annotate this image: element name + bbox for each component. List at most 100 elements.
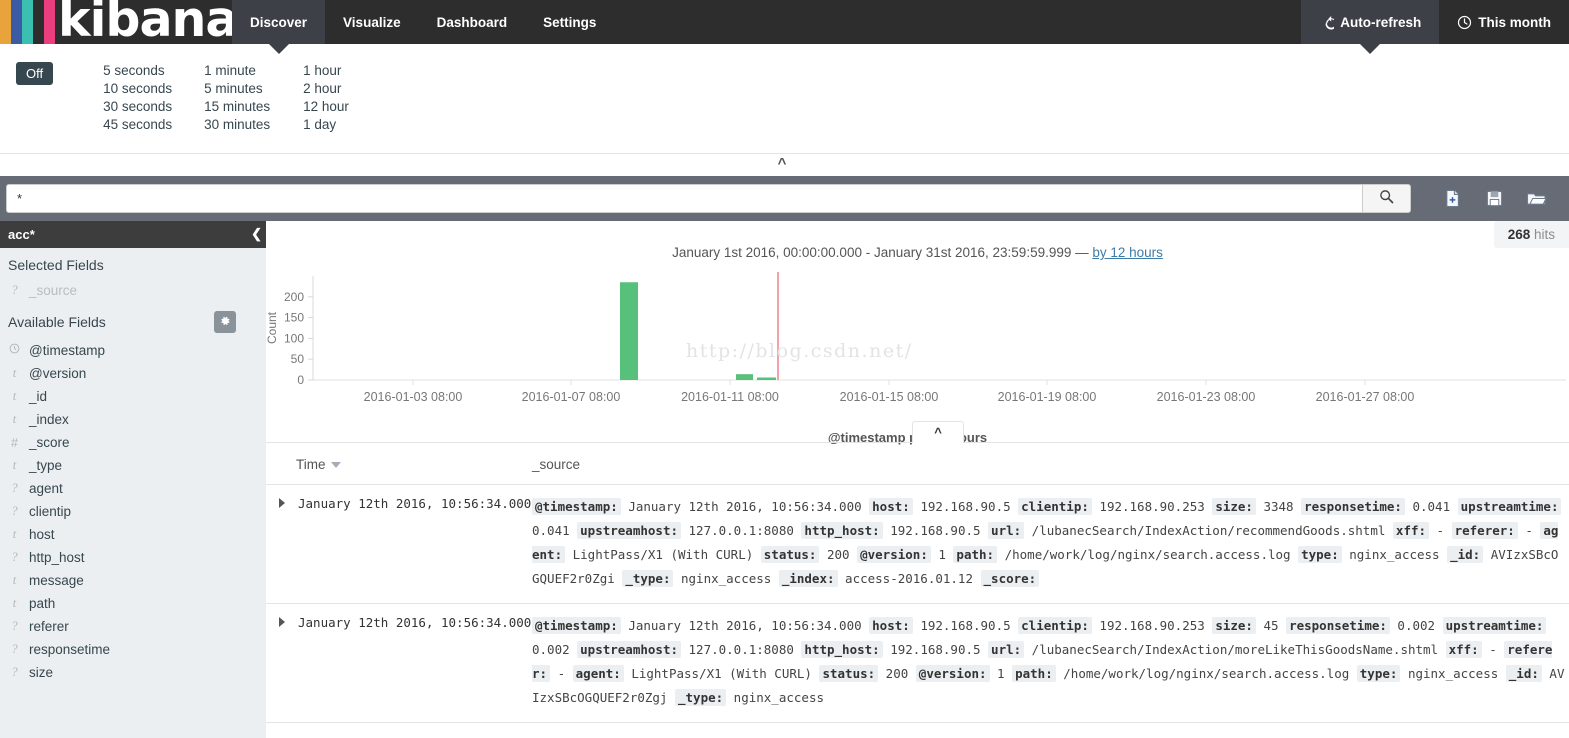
nav-item-settings[interactable]: Settings: [525, 0, 614, 44]
table-header-row: Time _source: [266, 443, 1569, 485]
new-search-icon[interactable]: [1441, 188, 1463, 210]
sidebar-collapse-chevron-left-icon[interactable]: ❮: [251, 226, 262, 242]
field-value: 192.168.90.5: [882, 642, 989, 657]
histogram-bar[interactable]: [620, 282, 638, 380]
kibana-app: kibana Discover Visualize Dashboard Setting…: [0, 0, 1569, 738]
expand-row-button[interactable]: [266, 614, 298, 710]
auto-refresh-button[interactable]: Auto-refresh: [1301, 0, 1440, 44]
field-item-agent[interactable]: ? agent: [0, 477, 266, 500]
field-item-host[interactable]: t host: [0, 523, 266, 546]
field-key: _score:: [980, 570, 1040, 587]
field-key: _id:: [1447, 546, 1484, 563]
field-value: January 12th 2016, 10:56:34.000: [620, 499, 870, 514]
refresh-option-30-seconds[interactable]: 30 seconds: [103, 98, 204, 116]
field-item-_score[interactable]: # _score: [0, 431, 266, 454]
field-item-message[interactable]: t message: [0, 569, 266, 592]
field-type-clock-icon: [8, 343, 21, 358]
field-value: -: [1481, 642, 1505, 657]
refresh-option-45-seconds[interactable]: 45 seconds: [103, 116, 204, 134]
field-item-_source[interactable]: ? _source: [0, 279, 266, 302]
load-search-icon[interactable]: [1525, 188, 1547, 210]
nav-item-visualize[interactable]: Visualize: [325, 0, 419, 44]
field-key: size:: [1212, 498, 1256, 515]
column-header-source: _source: [532, 457, 581, 472]
search-input[interactable]: [6, 184, 1363, 213]
field-type-string-icon: t: [12, 573, 17, 587]
histogram-bar[interactable]: [736, 374, 753, 380]
expand-row-button[interactable]: [266, 495, 298, 591]
y-axis-label: Count: [266, 311, 279, 344]
field-type-number-icon: #: [11, 435, 18, 450]
interval-link[interactable]: by 12 hours: [1092, 245, 1163, 260]
search-button[interactable]: [1363, 184, 1411, 213]
field-item-@timestamp[interactable]: @timestamp: [0, 339, 266, 362]
x-tick-label: 2016-01-15 08:00: [840, 390, 939, 404]
field-key: _type:: [675, 689, 727, 706]
field-item-referer[interactable]: ? referer: [0, 615, 266, 638]
refresh-option-1-minute[interactable]: 1 minute: [204, 62, 303, 80]
field-key: referer:: [1451, 522, 1518, 539]
field-type-string-icon: t: [12, 366, 17, 380]
kibana-logo[interactable]: kibana: [0, 0, 232, 44]
refresh-option-15-minutes[interactable]: 15 minutes: [204, 98, 303, 116]
field-key: type:: [1356, 665, 1401, 682]
field-settings-button[interactable]: [214, 311, 236, 333]
field-value: 1: [989, 666, 1013, 681]
field-key: status:: [819, 665, 879, 682]
refresh-option-1-day[interactable]: 1 day: [303, 116, 404, 134]
refresh-option-1-hour[interactable]: 1 hour: [303, 62, 404, 80]
save-search-icon[interactable]: [1483, 188, 1505, 210]
field-key: _id:: [1505, 665, 1542, 682]
histogram-bar[interactable]: [757, 377, 776, 380]
field-key: agent:: [572, 665, 624, 682]
index-pattern-header[interactable]: acc*: [0, 221, 266, 248]
logo-bar-1: [11, 0, 22, 44]
field-name: _source: [29, 283, 78, 298]
field-item-_index[interactable]: t _index: [0, 408, 266, 431]
field-value: 1: [930, 547, 954, 562]
field-item-size[interactable]: ? size: [0, 661, 266, 684]
field-type-string-icon: t: [12, 458, 17, 472]
column-header-time[interactable]: Time: [266, 457, 532, 472]
refresh-option-5-seconds[interactable]: 5 seconds: [103, 62, 204, 80]
query-collapse-chevron-up-icon[interactable]: ^: [778, 156, 787, 171]
y-tick-label: 150: [284, 311, 304, 325]
field-item-@version[interactable]: t @version: [0, 362, 266, 385]
field-item-responsetime[interactable]: ? responsetime: [0, 638, 266, 661]
field-name: _score: [29, 435, 70, 450]
field-item-_type[interactable]: t _type: [0, 454, 266, 477]
field-item-http_host[interactable]: ? http_host: [0, 546, 266, 569]
time-picker-button[interactable]: This month: [1439, 0, 1569, 44]
table-collapse-button[interactable]: ^: [912, 421, 964, 443]
refresh-option-5-minutes[interactable]: 5 minutes: [204, 80, 303, 98]
field-name: size: [29, 665, 54, 680]
field-item-_id[interactable]: t _id: [0, 385, 266, 408]
nav-item-discover[interactable]: Discover: [232, 0, 326, 44]
nav-item-label: Settings: [543, 14, 597, 30]
field-key: upstreamhost:: [577, 522, 681, 539]
histogram-chart: Count 0 50 100 150 200 2016-01-03 08:00 2016-01…: [266, 268, 1569, 428]
field-value: LightPass/X1 (With CURL): [623, 666, 820, 681]
chart-collapse-strip: ^: [0, 154, 1569, 176]
field-item-path[interactable]: t path: [0, 592, 266, 615]
histogram-svg[interactable]: Count 0 50 100 150 200 2016-01-03 08:00 2016-01…: [266, 268, 1569, 418]
table-row[interactable]: January 12th 2016, 10:56:34.000 @timestam…: [266, 604, 1569, 723]
field-item-clientip[interactable]: ? clientip: [0, 500, 266, 523]
refresh-option-2-hour[interactable]: 2 hour: [303, 80, 404, 98]
column-header-time-label: Time: [296, 457, 326, 472]
refresh-off-button[interactable]: Off: [16, 62, 54, 85]
field-key: xff:: [1445, 641, 1482, 658]
refresh-column-2: 1 hour 2 hour 12 hour 1 day: [303, 62, 404, 134]
field-value: 127.0.0.1:8080: [681, 523, 802, 538]
refresh-icon: [1319, 15, 1335, 30]
refresh-option-10-seconds[interactable]: 10 seconds: [103, 80, 204, 98]
nav-item-dashboard[interactable]: Dashboard: [419, 0, 526, 44]
field-value: access-2016.01.12: [837, 571, 981, 586]
field-value: -: [1429, 523, 1452, 538]
selected-fields-label: Selected Fields: [8, 257, 104, 273]
field-value: -: [1517, 523, 1541, 538]
available-fields-header: Available Fields: [0, 302, 266, 339]
refresh-option-12-hour[interactable]: 12 hour: [303, 98, 404, 116]
table-row[interactable]: January 12th 2016, 10:56:34.000 @timestam…: [266, 485, 1569, 604]
refresh-option-30-minutes[interactable]: 30 minutes: [204, 116, 303, 134]
